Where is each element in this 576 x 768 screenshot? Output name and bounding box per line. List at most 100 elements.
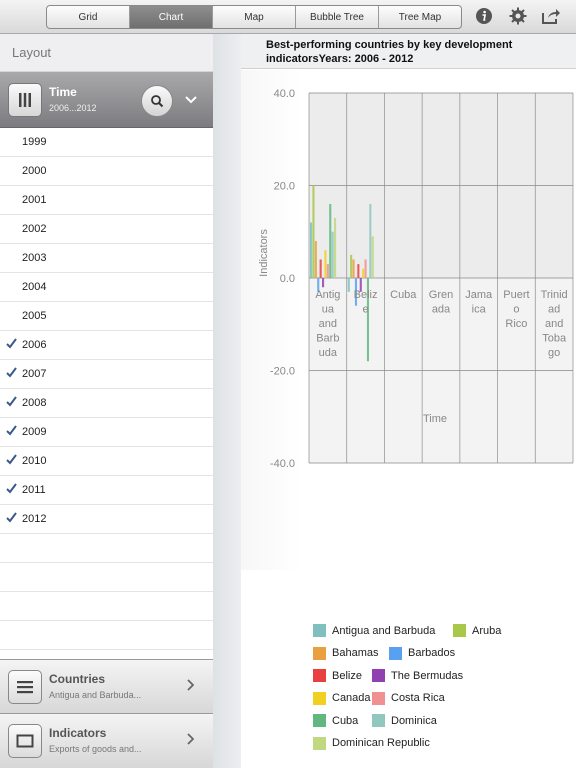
tab-map[interactable]: Map: [213, 6, 296, 28]
legend-item[interactable]: Barbados: [389, 646, 456, 660]
columns-icon[interactable]: [8, 83, 42, 117]
indicators-title: Indicators: [49, 726, 107, 740]
year-label: 2005: [22, 310, 47, 322]
tab-tree-map[interactable]: Tree Map: [379, 6, 461, 28]
legend-item[interactable]: Bahamas: [313, 646, 379, 660]
pane-divider: [213, 34, 241, 768]
x-tick-label: go: [548, 347, 560, 359]
legend-item[interactable]: Costa Rica: [372, 691, 445, 705]
y-tick-label: 0.0: [280, 273, 295, 285]
year-item[interactable]: 2010: [0, 447, 213, 476]
x-tick-label: ua: [322, 304, 335, 316]
year-item[interactable]: 2009: [0, 418, 213, 447]
countries-title: Countries: [49, 672, 106, 686]
bar: [331, 231, 334, 278]
year-item[interactable]: 2000: [0, 157, 213, 186]
time-dimension-header[interactable]: Time 2006...2012: [0, 72, 213, 128]
empty-row: [0, 592, 213, 621]
legend-item[interactable]: Canada: [313, 691, 371, 705]
y-axis-label: Indicators: [258, 229, 270, 277]
legend-swatch: [372, 669, 385, 682]
year-item[interactable]: 1999: [0, 128, 213, 157]
box-icon[interactable]: [8, 724, 42, 758]
checkmark-icon: [6, 454, 17, 468]
year-item[interactable]: 2011: [0, 476, 213, 505]
x-tick-label: Barb: [316, 333, 339, 345]
chevron-down-icon[interactable]: [185, 92, 197, 110]
legend-label: Bahamas: [332, 647, 379, 659]
legend-label: Barbados: [408, 647, 456, 659]
legend-swatch: [372, 714, 385, 727]
info-icon[interactable]: [474, 6, 494, 26]
year-item[interactable]: 2007: [0, 360, 213, 389]
indicators-panel[interactable]: Indicators Exports of goods and...: [0, 713, 213, 768]
x-tick-label: o: [513, 304, 519, 316]
view-switcher: Grid Chart Map Bubble Tree Tree Map: [46, 5, 462, 29]
countries-panel[interactable]: Countries Antigua and Barbuda...: [0, 659, 213, 714]
year-label: 2007: [22, 368, 47, 380]
x-tick-label: Jama: [465, 289, 493, 301]
legend-item[interactable]: Belize: [313, 669, 362, 682]
legend-item[interactable]: Antigua and Barbuda: [313, 624, 435, 637]
x-tick-label: e: [363, 304, 369, 316]
year-label: 2001: [22, 194, 47, 206]
bar: [350, 254, 353, 278]
bar: [362, 268, 365, 278]
year-item[interactable]: 2001: [0, 186, 213, 215]
legend-item[interactable]: Dominica: [372, 714, 437, 727]
x-tick-label: Toba: [542, 333, 567, 345]
year-item[interactable]: 2012: [0, 505, 213, 534]
bar: [352, 259, 355, 278]
legend-swatch: [313, 669, 326, 682]
x-tick-label: Puert: [503, 289, 529, 301]
bar: [357, 264, 360, 278]
year-label: 2000: [22, 165, 47, 177]
year-item[interactable]: 2006: [0, 331, 213, 360]
share-icon[interactable]: [541, 6, 561, 26]
year-item[interactable]: 2002: [0, 215, 213, 244]
legend-swatch: [372, 691, 385, 705]
layout-header: Layout: [0, 34, 213, 72]
legend-label: Aruba: [472, 624, 502, 637]
y-tick-label: 40.0: [274, 88, 295, 100]
year-item[interactable]: 2003: [0, 244, 213, 273]
chevron-right-icon[interactable]: [186, 732, 195, 750]
legend-label: Antigua and Barbuda: [332, 624, 436, 637]
x-tick-label: ad: [548, 304, 560, 316]
legend-item[interactable]: Cuba: [313, 714, 358, 727]
legend-label: Dominica: [391, 714, 437, 727]
x-tick-label: and: [319, 318, 337, 330]
tab-bubble-tree[interactable]: Bubble Tree: [296, 6, 379, 28]
bar: [326, 264, 329, 278]
indicators-subtitle: Exports of goods and...: [49, 744, 142, 754]
year-item[interactable]: 2004: [0, 273, 213, 302]
year-label: 2012: [22, 513, 47, 525]
checkmark-icon: [6, 396, 17, 410]
tab-chart[interactable]: Chart: [130, 6, 213, 28]
legend-item[interactable]: The Bermudas: [372, 669, 463, 682]
legend-item[interactable]: Dominican Republic: [313, 736, 430, 750]
chevron-right-icon[interactable]: [186, 678, 195, 696]
legend-label: Costa Rica: [391, 692, 445, 704]
search-icon[interactable]: [141, 85, 173, 117]
list-icon[interactable]: [8, 670, 42, 704]
tab-grid[interactable]: Grid: [47, 6, 130, 28]
year-label: 2006: [22, 339, 47, 351]
gear-icon[interactable]: [508, 6, 528, 26]
legend-swatch: [313, 736, 326, 750]
bar: [314, 241, 317, 278]
year-item[interactable]: 2008: [0, 389, 213, 418]
year-item[interactable]: 2005: [0, 302, 213, 331]
legend-label: Dominican Republic: [332, 737, 430, 749]
x-tick-label: uda: [319, 347, 338, 359]
legend-label: The Bermudas: [391, 669, 464, 682]
bar: [364, 259, 367, 278]
empty-row: [0, 621, 213, 650]
checkmark-icon: [6, 425, 17, 439]
chart-pane: Best-performing countries by key develop…: [241, 34, 576, 768]
legend-label: Canada: [332, 692, 371, 704]
legend-item[interactable]: Aruba: [453, 624, 501, 637]
legend-swatch: [453, 624, 466, 637]
checkmark-icon: [6, 483, 17, 497]
x-tick-label: ada: [432, 304, 451, 316]
